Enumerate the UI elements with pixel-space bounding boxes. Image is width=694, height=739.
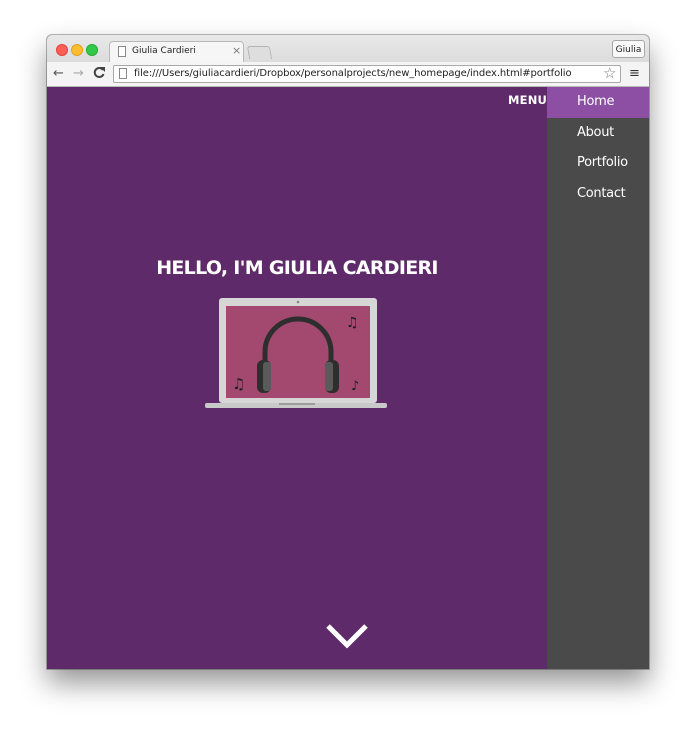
maximize-window-button[interactable] — [86, 44, 98, 56]
svg-text:♫: ♫ — [232, 375, 245, 393]
tab-title: Giulia Cardieri — [132, 46, 196, 56]
sidebar-item-home[interactable]: Home — [547, 87, 649, 118]
svg-text:♪: ♪ — [351, 379, 359, 394]
menu-toggle[interactable]: MENU — [508, 93, 547, 107]
sidebar-item-contact[interactable]: Contact — [547, 179, 649, 210]
new-tab-button[interactable] — [246, 46, 273, 59]
reload-icon[interactable] — [93, 66, 105, 83]
back-arrow-icon[interactable]: ← — [53, 66, 64, 81]
page-icon — [118, 46, 126, 57]
page-icon — [119, 68, 127, 79]
bookmark-star-icon[interactable]: ☆ — [603, 64, 616, 82]
close-window-button[interactable] — [56, 44, 68, 56]
sidebar-nav: Home About Portfolio Contact — [547, 87, 649, 669]
browser-window: Giulia Cardieri × Giulia ← → file:///Use… — [47, 35, 649, 669]
svg-text:♫: ♫ — [346, 315, 359, 331]
laptop-headphones-icon: ♫ ♫ ♪ — [205, 298, 387, 408]
sidebar-item-portfolio[interactable]: Portfolio — [547, 148, 649, 179]
browser-toolbar: ← → file:///Users/giuliacardieri/Dropbox… — [47, 62, 649, 87]
address-bar[interactable]: file:///Users/giuliacardieri/Dropbox/per… — [113, 65, 621, 83]
sidebar-item-about[interactable]: About — [547, 118, 649, 149]
url-text: file:///Users/giuliacardieri/Dropbox/per… — [134, 68, 572, 79]
forward-arrow-icon[interactable]: → — [73, 66, 84, 81]
minimize-window-button[interactable] — [71, 44, 83, 56]
browser-tab[interactable]: Giulia Cardieri × — [109, 41, 244, 62]
tab-strip: Giulia Cardieri × Giulia — [47, 35, 649, 62]
browser-menu-icon[interactable]: ≡ — [629, 66, 640, 81]
hero-title: HELLO, I'M GIULIA CARDIERI — [156, 257, 438, 279]
page-viewport: MENU Home About Portfolio Contact HELLO,… — [47, 87, 649, 669]
tab-close-icon[interactable]: × — [232, 44, 241, 58]
profile-button[interactable]: Giulia — [612, 40, 645, 58]
chevron-down-icon[interactable] — [324, 622, 370, 652]
